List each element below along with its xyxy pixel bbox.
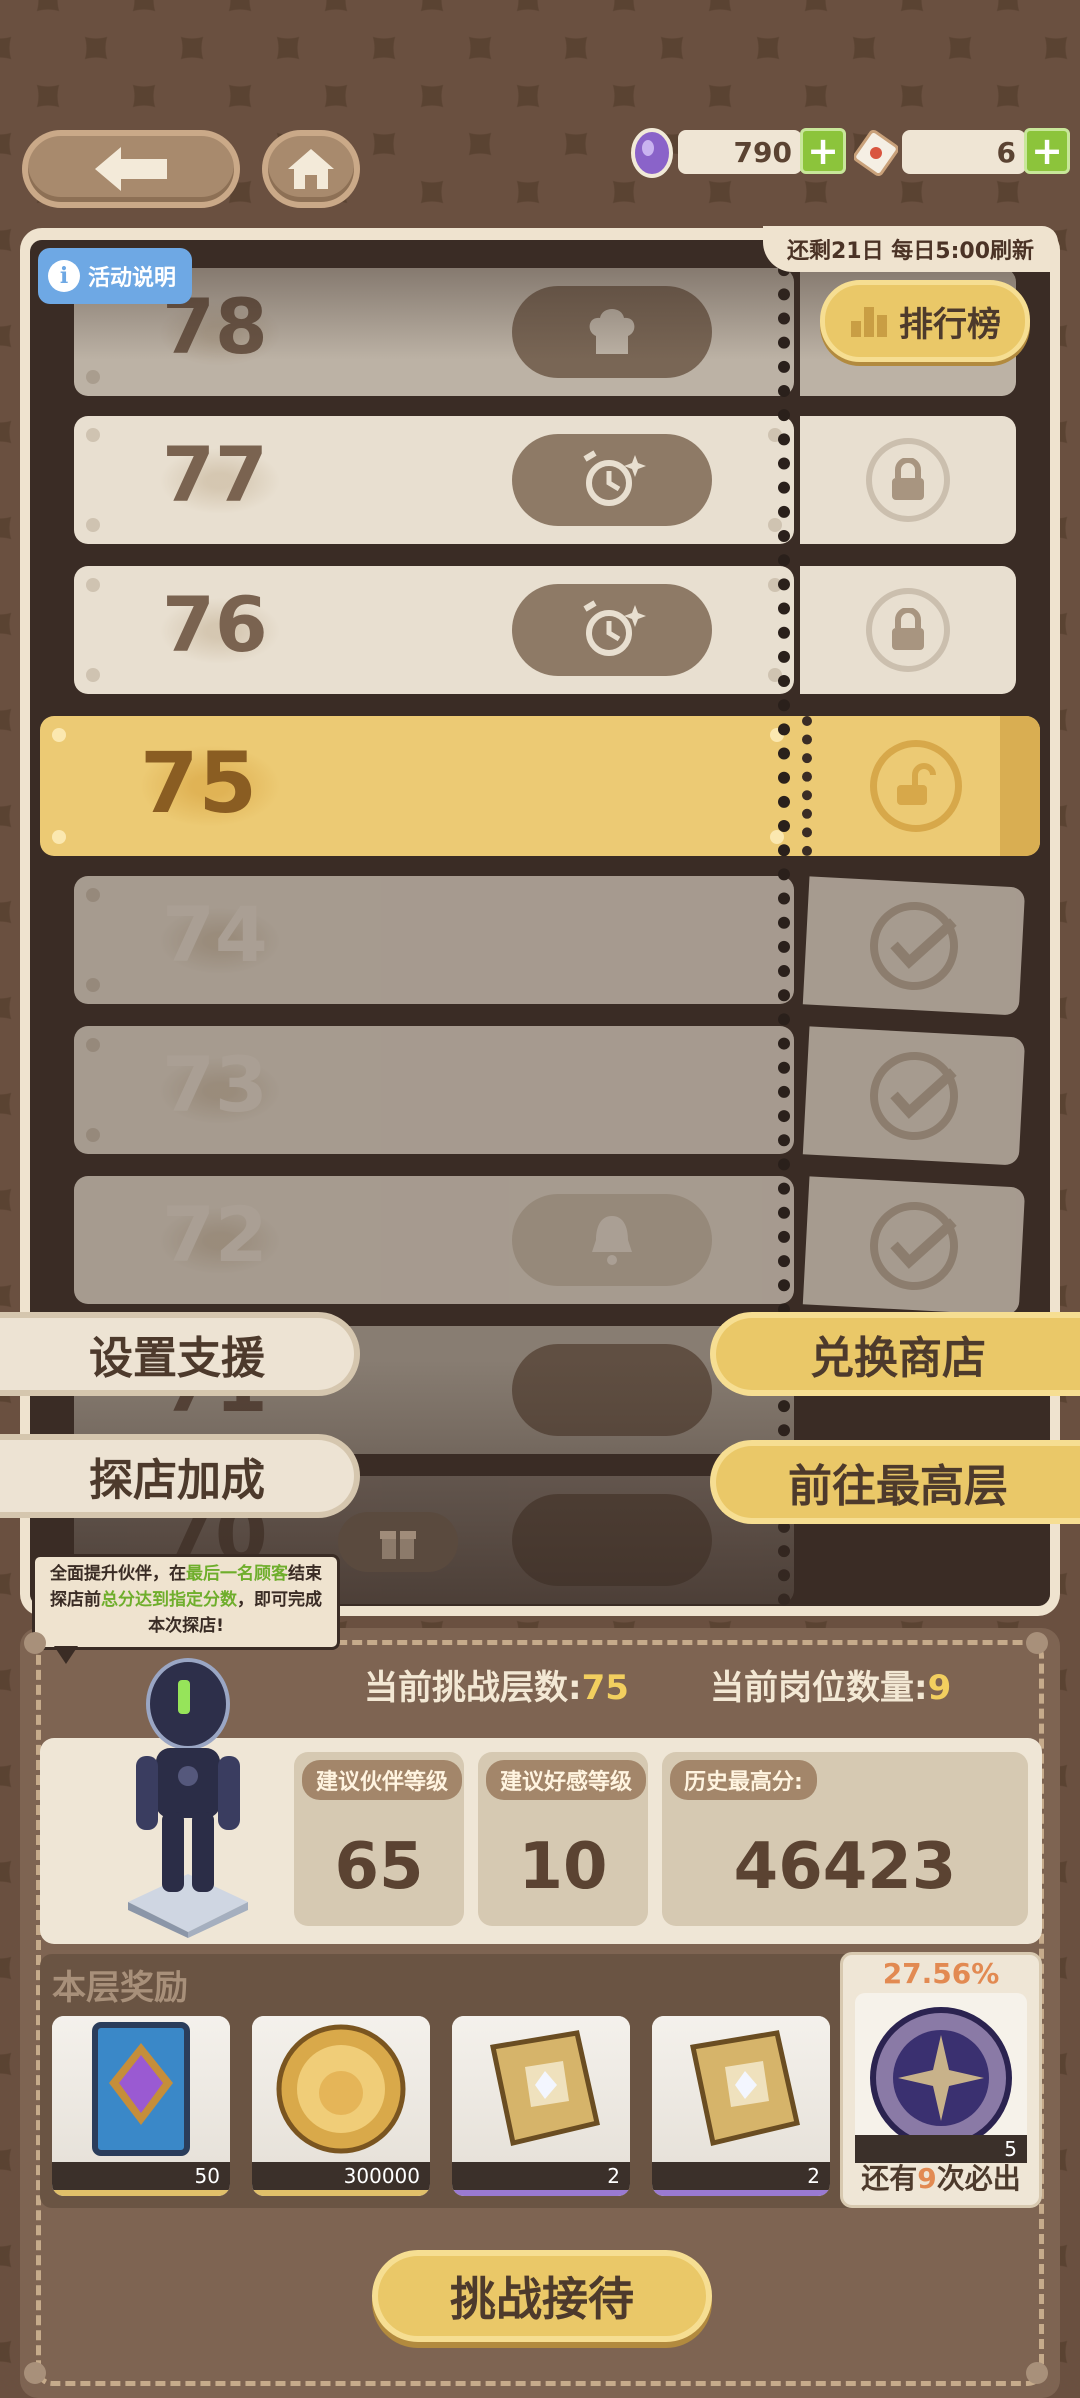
floor-73-status <box>802 1026 1026 1166</box>
floor-list[interactable]: 78 77 76 75 <box>30 240 1050 1606</box>
tip-bubble: 全面提升伙伴，在最后一名顾客结束探店前总分达到指定分数，即可完成本次探店! <box>32 1554 340 1650</box>
current-slots: 当前岗位数量:9 <box>710 1668 952 1708</box>
floor-row-73[interactable]: 73 <box>74 1026 794 1154</box>
floor-77-status <box>800 416 1016 544</box>
bell-icon <box>512 1194 712 1286</box>
robot-partner-avatar[interactable] <box>118 1652 258 1938</box>
reward-gold-book-2[interactable]: 2 <box>652 2016 830 2196</box>
back-button[interactable] <box>22 130 240 208</box>
best-score-card: 历史最高分: 46423 <box>662 1752 1028 1926</box>
reward-gold-book-1[interactable]: 2 <box>452 2016 630 2196</box>
home-icon <box>288 149 334 189</box>
floor-row-72[interactable]: 72 <box>74 1176 794 1304</box>
lock-icon <box>892 458 924 500</box>
floor-row-74[interactable]: 74 <box>74 876 794 1004</box>
exchange-shop-button[interactable]: 兑换商店 <box>710 1312 1080 1396</box>
floor-74-status <box>802 876 1026 1016</box>
go-highest-floor-button[interactable]: 前往最高层 <box>710 1440 1080 1524</box>
guarantee-text: 还有9次必出 <box>861 2162 1021 2195</box>
affinity-level-card: 建议好感等级 10 <box>478 1752 648 1926</box>
reward-gold-coin[interactable]: 300000 <box>252 2016 430 2196</box>
check-icon <box>870 902 958 990</box>
unlocked-icon <box>870 740 962 832</box>
reward-purple-gem-card[interactable]: 50 <box>52 2016 230 2196</box>
ticket-icon <box>853 128 899 178</box>
alarm-clock-icon <box>512 584 712 676</box>
gold-book-icon <box>490 2030 600 2147</box>
ticket-resource: 6 + <box>853 128 1074 180</box>
ticket-count: 6 <box>902 130 1026 174</box>
gem-resource: 790 + <box>630 128 850 180</box>
partner-level-card: 建议伙伴等级 65 <box>294 1752 464 1926</box>
gift-icon[interactable] <box>338 1512 458 1572</box>
special-reward[interactable]: 27.56% 5 还有9次必出 <box>840 1952 1042 2208</box>
current-floor: 当前挑战层数:75 <box>364 1668 629 1708</box>
gem-count: 790 <box>678 130 802 174</box>
ranking-icon <box>851 307 887 337</box>
gold-book-icon <box>690 2030 800 2147</box>
refresh-timer: 还剩21日 每日5:00刷新 <box>763 226 1058 272</box>
star-medal-icon <box>870 2007 1012 2149</box>
add-gem-button[interactable]: + <box>800 128 846 174</box>
alarm-clock-icon <box>512 434 712 526</box>
info-icon: i <box>48 260 80 292</box>
special-badge: 5 <box>855 1993 1027 2163</box>
gold-coin-icon <box>276 2024 406 2154</box>
floor-76-status <box>800 566 1016 694</box>
store-bonus-button[interactable]: 探店加成 <box>0 1434 360 1518</box>
rewards-title: 本层奖励 <box>52 1968 188 2008</box>
ranking-button[interactable]: 排行榜 <box>820 280 1030 362</box>
floor-row-77[interactable]: 77 <box>74 416 794 544</box>
back-arrow-icon <box>95 147 167 191</box>
activity-info-button[interactable]: i 活动说明 <box>38 248 193 304</box>
drop-rate: 27.56% <box>882 1957 1000 1990</box>
home-button[interactable] <box>262 130 360 208</box>
floor-row-76[interactable]: 76 <box>74 566 794 694</box>
check-icon <box>870 1202 958 1290</box>
floor-72-status <box>802 1176 1026 1316</box>
purple-gem-icon <box>630 128 674 178</box>
purple-gem-card-icon <box>92 2022 190 2156</box>
lock-icon <box>892 608 924 650</box>
add-ticket-button[interactable]: + <box>1024 128 1070 174</box>
activity-info-label: 活动说明 <box>88 266 177 291</box>
check-icon <box>870 1052 958 1140</box>
set-support-button[interactable]: 设置支援 <box>0 1312 360 1396</box>
challenge-button[interactable]: 挑战接待 <box>372 2250 712 2342</box>
floor-row-75-current[interactable]: 75 <box>40 716 1040 856</box>
